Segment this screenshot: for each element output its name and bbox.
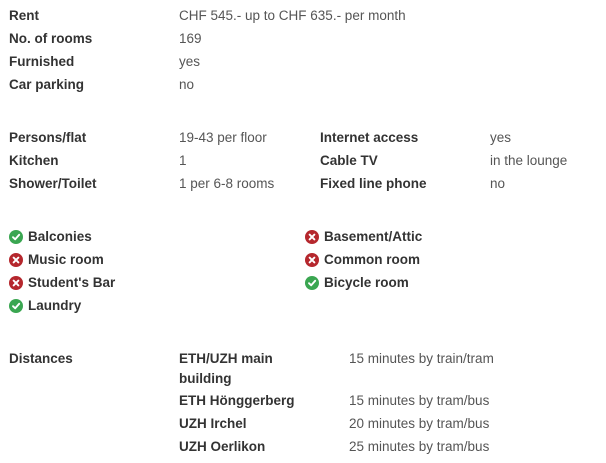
parking-value: no <box>179 77 195 92</box>
distance-place: ETH/UZH main building <box>179 351 273 386</box>
feature-basement-attic: Basement/Attic <box>305 229 422 244</box>
rooms-value: 169 <box>179 31 202 46</box>
persons-label: Persons/flat <box>9 130 87 145</box>
check-circle-icon <box>9 229 23 244</box>
feature-balconies: Balconies <box>9 229 92 244</box>
phone-value: no <box>490 176 506 191</box>
distance-time: 15 minutes by train/tram <box>349 351 494 366</box>
x-circle-icon <box>305 252 319 267</box>
cable-label: Cable TV <box>320 153 378 168</box>
feature-label: Student's Bar <box>28 275 116 290</box>
x-circle-icon <box>9 252 23 267</box>
furnished-label: Furnished <box>9 54 75 69</box>
internet-label: Internet access <box>320 130 419 145</box>
parking-label: Car parking <box>9 77 85 92</box>
feature-label: Music room <box>28 252 104 267</box>
feature-common-room: Common room <box>305 252 420 267</box>
rent-value: CHF 545.- up to CHF 635.- per month <box>179 8 406 23</box>
feature-bicycle-room: Bicycle room <box>305 275 409 290</box>
internet-value: yes <box>490 130 512 145</box>
feature-label: Balconies <box>28 229 92 244</box>
check-circle-icon <box>305 275 319 290</box>
cable-value: in the lounge <box>490 153 568 168</box>
distance-place: ETH Hönggerberg <box>179 393 295 408</box>
feature-laundry: Laundry <box>9 298 81 313</box>
distance-place: UZH Irchel <box>179 416 247 431</box>
rent-label: Rent <box>9 8 39 23</box>
distances-label: Distances <box>9 351 73 366</box>
feature-students-bar: Student's Bar <box>9 275 115 290</box>
kitchen-label: Kitchen <box>9 153 59 168</box>
shower-value: 1 per 6-8 rooms <box>179 176 275 191</box>
feature-label: Common room <box>324 252 420 267</box>
check-circle-icon <box>9 298 23 313</box>
furnished-value: yes <box>179 54 201 69</box>
feature-label: Bicycle room <box>324 275 409 290</box>
feature-label: Basement/Attic <box>324 229 423 244</box>
feature-music-room: Music room <box>9 252 104 267</box>
distance-place: UZH Oerlikon <box>179 439 266 454</box>
kitchen-value: 1 <box>179 153 187 168</box>
persons-value: 19-43 per floor <box>179 130 267 145</box>
feature-label: Laundry <box>28 298 82 313</box>
distance-time: 20 minutes by tram/bus <box>349 416 490 431</box>
x-circle-icon <box>9 275 23 290</box>
distance-time: 25 minutes by tram/bus <box>349 439 490 454</box>
distance-time: 15 minutes by tram/bus <box>349 393 490 408</box>
phone-label: Fixed line phone <box>320 176 427 191</box>
x-circle-icon <box>305 229 319 244</box>
shower-label: Shower/Toilet <box>9 176 97 191</box>
rooms-label: No. of rooms <box>9 31 93 46</box>
